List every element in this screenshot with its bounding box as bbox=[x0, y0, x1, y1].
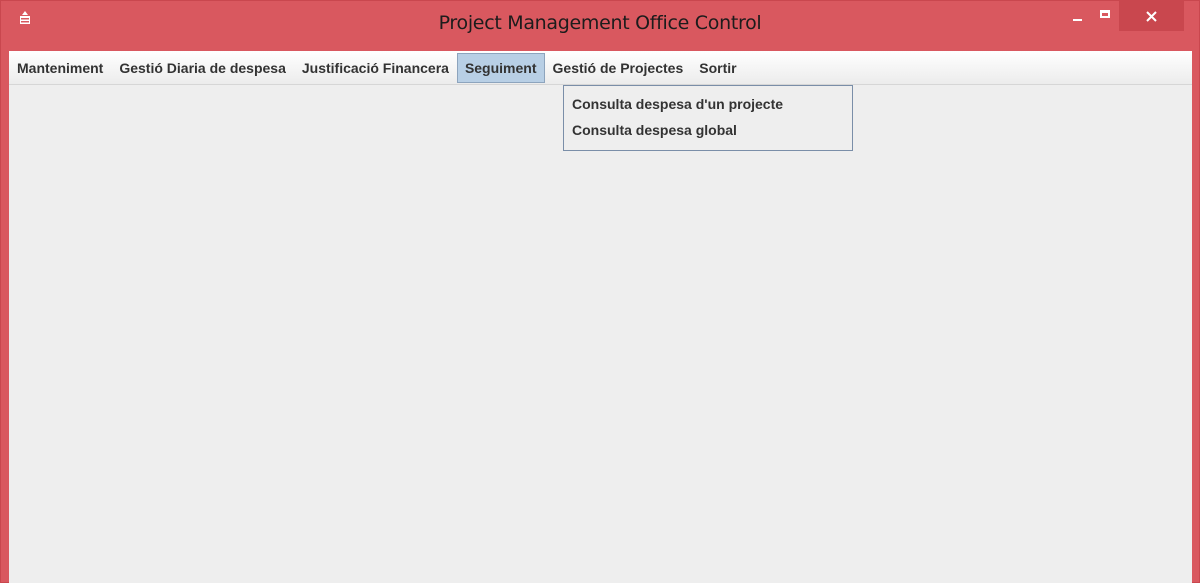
menu-justificacio-financera[interactable]: Justificació Financera bbox=[294, 53, 457, 83]
window-title: Project Management Office Control bbox=[438, 12, 762, 34]
minimize-button[interactable] bbox=[1063, 1, 1091, 31]
menu-sortir[interactable]: Sortir bbox=[691, 53, 744, 83]
maximize-button[interactable] bbox=[1091, 1, 1119, 31]
maximize-icon bbox=[1100, 10, 1110, 18]
menu-gestio-projectes[interactable]: Gestió de Projectes bbox=[545, 53, 692, 83]
menu-gestio-diaria[interactable]: Gestió Diaria de despesa bbox=[111, 53, 294, 83]
close-icon bbox=[1146, 10, 1157, 22]
menu-item-consulta-global[interactable]: Consulta despesa global bbox=[564, 117, 852, 143]
client-area: Manteniment Gestió Diaria de despesa Jus… bbox=[9, 51, 1192, 583]
minimize-icon bbox=[1072, 19, 1082, 21]
menu-seguiment[interactable]: Seguiment bbox=[456, 52, 545, 83]
app-window: Project Management Office Control Manten… bbox=[0, 0, 1200, 583]
menu-manteniment[interactable]: Manteniment bbox=[9, 53, 111, 83]
seguiment-dropdown: Consulta despesa d'un projecte Consulta … bbox=[563, 85, 853, 151]
menu-item-consulta-projecte[interactable]: Consulta despesa d'un projecte bbox=[564, 91, 852, 117]
close-button[interactable] bbox=[1119, 1, 1184, 31]
menu-bar: Manteniment Gestió Diaria de despesa Jus… bbox=[9, 51, 1192, 85]
title-bar[interactable]: Project Management Office Control bbox=[1, 1, 1199, 50]
java-cup-icon[interactable] bbox=[18, 10, 32, 26]
